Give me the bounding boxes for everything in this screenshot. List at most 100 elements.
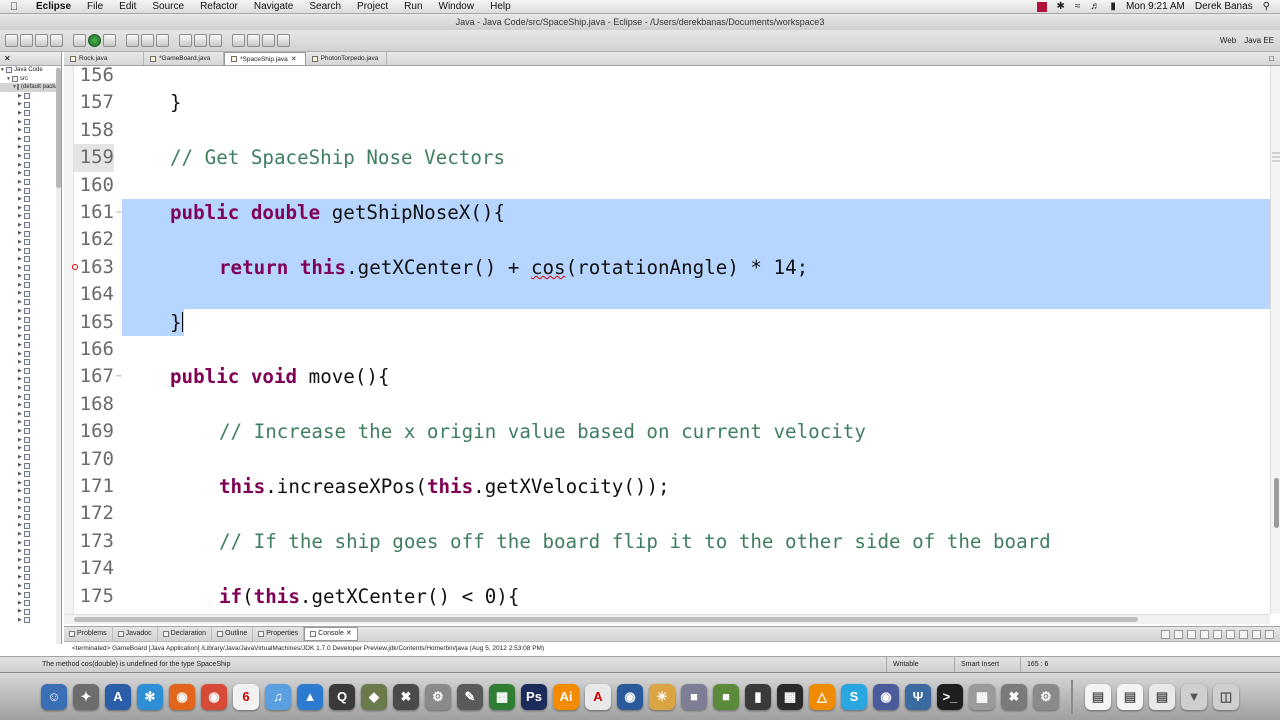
- code-line[interactable]: 157}: [64, 89, 1270, 116]
- explorer-file-item[interactable]: ▶: [0, 384, 61, 393]
- app-store-icon[interactable]: A: [105, 683, 131, 710]
- document-icon[interactable]: ▤: [1117, 683, 1143, 710]
- code-line[interactable]: 170: [64, 446, 1270, 473]
- explorer-file-item[interactable]: ▶: [0, 126, 61, 135]
- vlc-icon[interactable]: △: [809, 683, 835, 710]
- menu-refactor[interactable]: Refactor: [192, 1, 246, 12]
- explorer-file-item[interactable]: ▶: [0, 582, 61, 591]
- explorer-file-item[interactable]: ▶: [0, 100, 61, 109]
- explorer-file-item[interactable]: ▶: [0, 332, 61, 341]
- menu-clock[interactable]: Mon 9:21 AM: [1126, 1, 1185, 12]
- explorer-file-item[interactable]: ▶: [0, 393, 61, 402]
- explorer-file-item[interactable]: ▶: [0, 255, 61, 264]
- wifi-icon[interactable]: ≈: [1075, 1, 1081, 12]
- horizontal-scrollbar[interactable]: [64, 614, 1270, 624]
- next-annotation-icon[interactable]: [232, 34, 245, 47]
- overview-marker[interactable]: [1272, 152, 1280, 154]
- downloads-icon[interactable]: ▼: [1181, 683, 1207, 710]
- toggle-mark-occurrences-icon[interactable]: [209, 34, 222, 47]
- menu-window[interactable]: Window: [431, 1, 483, 12]
- remove-launch-icon[interactable]: [1174, 629, 1183, 639]
- tab-photontorpedo[interactable]: PhotonTorpedo.java: [306, 52, 388, 65]
- safari-icon[interactable]: ✻: [137, 683, 163, 710]
- app-icon[interactable]: ◆: [361, 683, 387, 710]
- explorer-file-item[interactable]: ▶: [0, 547, 61, 556]
- explorer-file-item[interactable]: ▶: [0, 410, 61, 419]
- explorer-project[interactable]: ▼ Java Code: [0, 66, 61, 75]
- bluetooth-icon[interactable]: ✱: [1057, 1, 1065, 12]
- explorer-file-item[interactable]: ▶: [0, 238, 61, 247]
- console-output[interactable]: <terminated> GameBoard [Java Application…: [64, 642, 1280, 656]
- explorer-file-item[interactable]: ▶: [0, 161, 61, 170]
- explorer-file-item[interactable]: ▶: [0, 212, 61, 221]
- menu-edit[interactable]: Edit: [111, 1, 144, 12]
- error-marker-icon[interactable]: [72, 263, 78, 270]
- debug-icon[interactable]: [73, 34, 86, 47]
- code-line[interactable]: 164: [64, 281, 1270, 309]
- pin-console-icon[interactable]: [1213, 629, 1222, 639]
- explorer-file-item[interactable]: ▶: [0, 152, 61, 161]
- explorer-file-item[interactable]: ▶: [0, 496, 61, 505]
- clapboard-icon[interactable]: ▦: [777, 683, 803, 710]
- code-line[interactable]: 168: [64, 391, 1270, 418]
- new-package-icon[interactable]: [141, 34, 154, 47]
- explorer-file-item[interactable]: ▶: [0, 298, 61, 307]
- menu-run[interactable]: Run: [396, 1, 430, 12]
- explorer-file-item[interactable]: ▶: [0, 470, 61, 479]
- explorer-file-item[interactable]: ▶: [0, 221, 61, 230]
- back-icon[interactable]: [262, 34, 275, 47]
- fold-icon[interactable]: −: [116, 363, 122, 390]
- explorer-file-item[interactable]: ▶: [0, 92, 61, 101]
- explorer-file-item[interactable]: ▶: [0, 556, 61, 565]
- explorer-package[interactable]: ▼(default package): [0, 83, 61, 92]
- code-line[interactable]: 173 // If the ship goes off the board fli…: [64, 528, 1270, 555]
- explorer-file-item[interactable]: ▶: [0, 590, 61, 599]
- itunes-icon[interactable]: ♫: [265, 683, 291, 710]
- minimize-icon[interactable]: [1252, 629, 1261, 639]
- explorer-file-item[interactable]: ▶: [0, 573, 61, 582]
- calendar-icon[interactable]: 6: [233, 683, 259, 710]
- battery-icon[interactable]: ▮: [1110, 1, 1116, 12]
- app-icon[interactable]: ✖: [393, 683, 419, 710]
- explorer-file-item[interactable]: ▶: [0, 109, 61, 118]
- menu-source[interactable]: Source: [144, 1, 192, 12]
- apple-icon[interactable]: : [0, 1, 28, 13]
- tab-gameboard[interactable]: *GameBoard.java: [144, 52, 224, 65]
- code-line[interactable]: 159 // Get SpaceShip Nose Vectors: [64, 144, 1270, 172]
- explorer-file-item[interactable]: ▶: [0, 616, 61, 625]
- run-icon[interactable]: [88, 34, 101, 47]
- calculator-icon[interactable]: ▦: [969, 683, 995, 710]
- scroll-lock-icon[interactable]: [1200, 629, 1209, 639]
- menu-app-name[interactable]: Eclipse: [28, 1, 79, 12]
- document-icon[interactable]: ▤: [1085, 683, 1111, 710]
- explorer-file-item[interactable]: ▶: [0, 143, 61, 152]
- tab-outline[interactable]: Outline: [212, 627, 254, 641]
- code-line[interactable]: 171 this.increaseXPos(this.getXVelocity()…: [64, 473, 1270, 500]
- overview-marker[interactable]: [1272, 160, 1280, 162]
- menu-project[interactable]: Project: [349, 1, 396, 12]
- numbers-icon[interactable]: ▩: [489, 683, 515, 710]
- new-class-icon[interactable]: [156, 34, 169, 47]
- tab-declaration[interactable]: Declaration: [158, 627, 213, 641]
- menu-help[interactable]: Help: [482, 1, 519, 12]
- open-type-icon[interactable]: [179, 34, 192, 47]
- tab-console[interactable]: Console ✕: [304, 627, 358, 641]
- illustrator-icon[interactable]: Ai: [553, 683, 579, 710]
- maximize-icon[interactable]: □: [1269, 52, 1280, 65]
- explorer-file-item[interactable]: ▶: [0, 487, 61, 496]
- explorer-file-item[interactable]: ▶: [0, 195, 61, 204]
- quicktime-icon[interactable]: Q: [329, 683, 355, 710]
- spotlight-icon[interactable]: ⚲: [1263, 1, 1270, 12]
- terminal-icon[interactable]: >_: [937, 683, 963, 710]
- code-line[interactable]: 160: [64, 172, 1270, 199]
- recording-stop-icon[interactable]: [1036, 1, 1047, 12]
- app-icon[interactable]: ▲: [297, 683, 323, 710]
- search-icon[interactable]: [194, 34, 207, 47]
- explorer-src[interactable]: ▼ src: [0, 75, 61, 84]
- finder-icon[interactable]: ☺: [41, 683, 67, 710]
- menu-file[interactable]: File: [79, 1, 111, 12]
- explorer-file-item[interactable]: ▶: [0, 504, 61, 513]
- close-console-icon[interactable]: ✕: [346, 627, 352, 641]
- code-editor[interactable]: 156 157} 158 159// Get SpaceShip Nose Vecto…: [64, 66, 1270, 614]
- photoshop-icon[interactable]: Ps: [521, 683, 547, 710]
